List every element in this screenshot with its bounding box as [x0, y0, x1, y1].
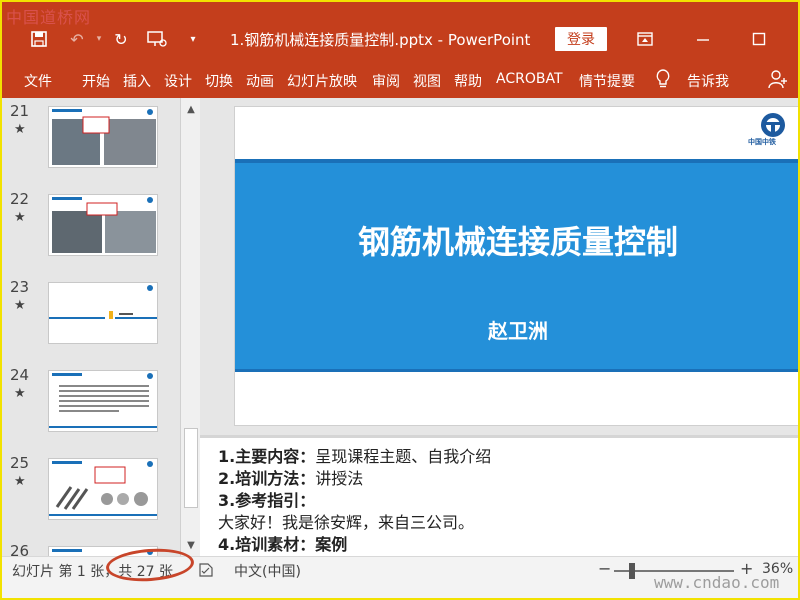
thumbnail-number: 25: [10, 454, 30, 472]
tab-acrobat[interactable]: ACROBAT: [496, 71, 563, 87]
maximize-icon[interactable]: [744, 26, 774, 52]
zoom-slider-knob[interactable]: [629, 563, 635, 579]
thumbnail-number: 21: [10, 102, 30, 120]
lightbulb-icon: [656, 69, 670, 93]
tab-review[interactable]: 审阅: [372, 71, 400, 91]
scroll-down-icon[interactable]: ▼: [184, 538, 198, 552]
ribbon-display-options-icon[interactable]: [630, 26, 660, 52]
undo-icon[interactable]: ↶: [66, 28, 88, 50]
save-icon[interactable]: [28, 28, 50, 50]
animation-star-icon: ★: [14, 210, 26, 225]
animation-star-icon: ★: [14, 474, 26, 489]
login-button[interactable]: 登录: [555, 27, 607, 51]
notes-line: 2.培训方法：讲授法: [218, 469, 364, 488]
slide-thumbnail-pane: 21 ★ 22 ★ 23 ★ 24 ★ 25 ★ 26: [2, 98, 180, 598]
redo-icon[interactable]: ↻: [110, 28, 132, 50]
notes-line: 4.培训素材：案例: [218, 535, 348, 554]
watermark-bottom: www.cndao.com: [654, 573, 780, 592]
current-slide[interactable]: 中国中铁 钢筋机械连接质量控制 赵卫洲: [234, 106, 798, 426]
speaker-notes[interactable]: 1.主要内容：呈现课程主题、自我介绍 2.培训方法：讲授法 3.参考指引： 大家…: [200, 438, 798, 556]
tab-view[interactable]: 视图: [413, 71, 441, 91]
document-title: 1.钢筋机械连接质量控制.pptx - PowerPoint: [230, 31, 531, 49]
animation-star-icon: ★: [14, 386, 26, 401]
band-top-line: [235, 159, 798, 163]
tab-slideshow[interactable]: 幻灯片放映: [287, 71, 357, 91]
slide-thumbnail-23[interactable]: [48, 282, 158, 344]
zoom-out-button[interactable]: −: [598, 559, 611, 578]
slide-subtitle[interactable]: 赵卫洲: [235, 315, 798, 344]
title-bar: ↶ ▾ ↻ ▾ 1.钢筋机械连接质量控制.pptx - PowerPoint 登…: [2, 2, 798, 62]
spell-check-icon[interactable]: [198, 562, 214, 582]
notes-line: 3.参考指引：: [218, 491, 316, 510]
tab-transitions[interactable]: 切换: [205, 71, 233, 91]
animation-star-icon: ★: [14, 298, 26, 313]
slide-thumbnail-21[interactable]: [48, 106, 158, 168]
animation-star-icon: ★: [14, 122, 26, 137]
status-bar: 幻灯片 第 1 张，共 27 张 中文(中国) − + 36% www.cnda…: [2, 545, 798, 598]
tab-animations[interactable]: 动画: [246, 71, 274, 91]
tab-home[interactable]: 开始: [82, 71, 110, 91]
scrollbar-thumb[interactable]: [184, 428, 198, 508]
slide-title[interactable]: 钢筋机械连接质量控制: [235, 217, 798, 263]
notes-line: 1.主要内容：呈现课程主题、自我介绍: [218, 447, 492, 466]
tell-me-search[interactable]: 告诉我: [687, 71, 729, 91]
slide-thumbnail-24[interactable]: [48, 370, 158, 432]
tab-insert[interactable]: 插入: [123, 71, 151, 91]
ribbon-tabs: 文件 开始 插入 设计 切换 动画 幻灯片放映 审阅 视图 帮助 ACROBAT…: [2, 62, 798, 98]
customize-toolbar-icon[interactable]: ▾: [182, 28, 204, 50]
undo-dropdown-icon[interactable]: ▾: [88, 28, 110, 50]
minimize-icon[interactable]: [688, 26, 718, 52]
language-status[interactable]: 中文(中国): [234, 561, 301, 581]
tab-help[interactable]: 帮助: [454, 71, 482, 91]
thumbnail-number: 24: [10, 366, 30, 384]
tab-file[interactable]: 文件: [24, 71, 52, 91]
thumbnail-number: 22: [10, 190, 30, 208]
notes-line: 大家好！我是徐安辉，来自三公司。: [218, 513, 475, 532]
watermark-top: 中国道桥网: [6, 8, 92, 27]
band-bottom-line: [235, 369, 798, 372]
tab-design[interactable]: 设计: [164, 71, 192, 91]
powerpoint-window: 中国道桥网 ↶ ▾ ↻ ▾ 1.钢筋机械连接质量控制.pptx - PowerP…: [0, 0, 800, 600]
share-icon[interactable]: [768, 69, 788, 93]
thumbnail-scrollbar[interactable]: ▲ ▼: [180, 98, 200, 556]
slide-thumbnail-22[interactable]: [48, 194, 158, 256]
slide-thumbnail-25[interactable]: [48, 458, 158, 520]
company-logo-text: 中国中铁: [748, 138, 776, 146]
slide-editing-pane: 中国中铁 钢筋机械连接质量控制 赵卫洲 1.主要内容：呈现课程主题、自我介绍 2…: [200, 98, 798, 556]
scroll-up-icon[interactable]: ▲: [184, 102, 198, 116]
present-from-start-icon[interactable]: [146, 28, 168, 50]
workspace: 21 ★ 22 ★ 23 ★ 24 ★ 25 ★ 26 ▲ ▼ 中国中铁 钢筋机…: [2, 98, 798, 598]
thumbnail-number: 23: [10, 278, 30, 296]
tab-storyboarding[interactable]: 情节提要: [579, 71, 635, 91]
